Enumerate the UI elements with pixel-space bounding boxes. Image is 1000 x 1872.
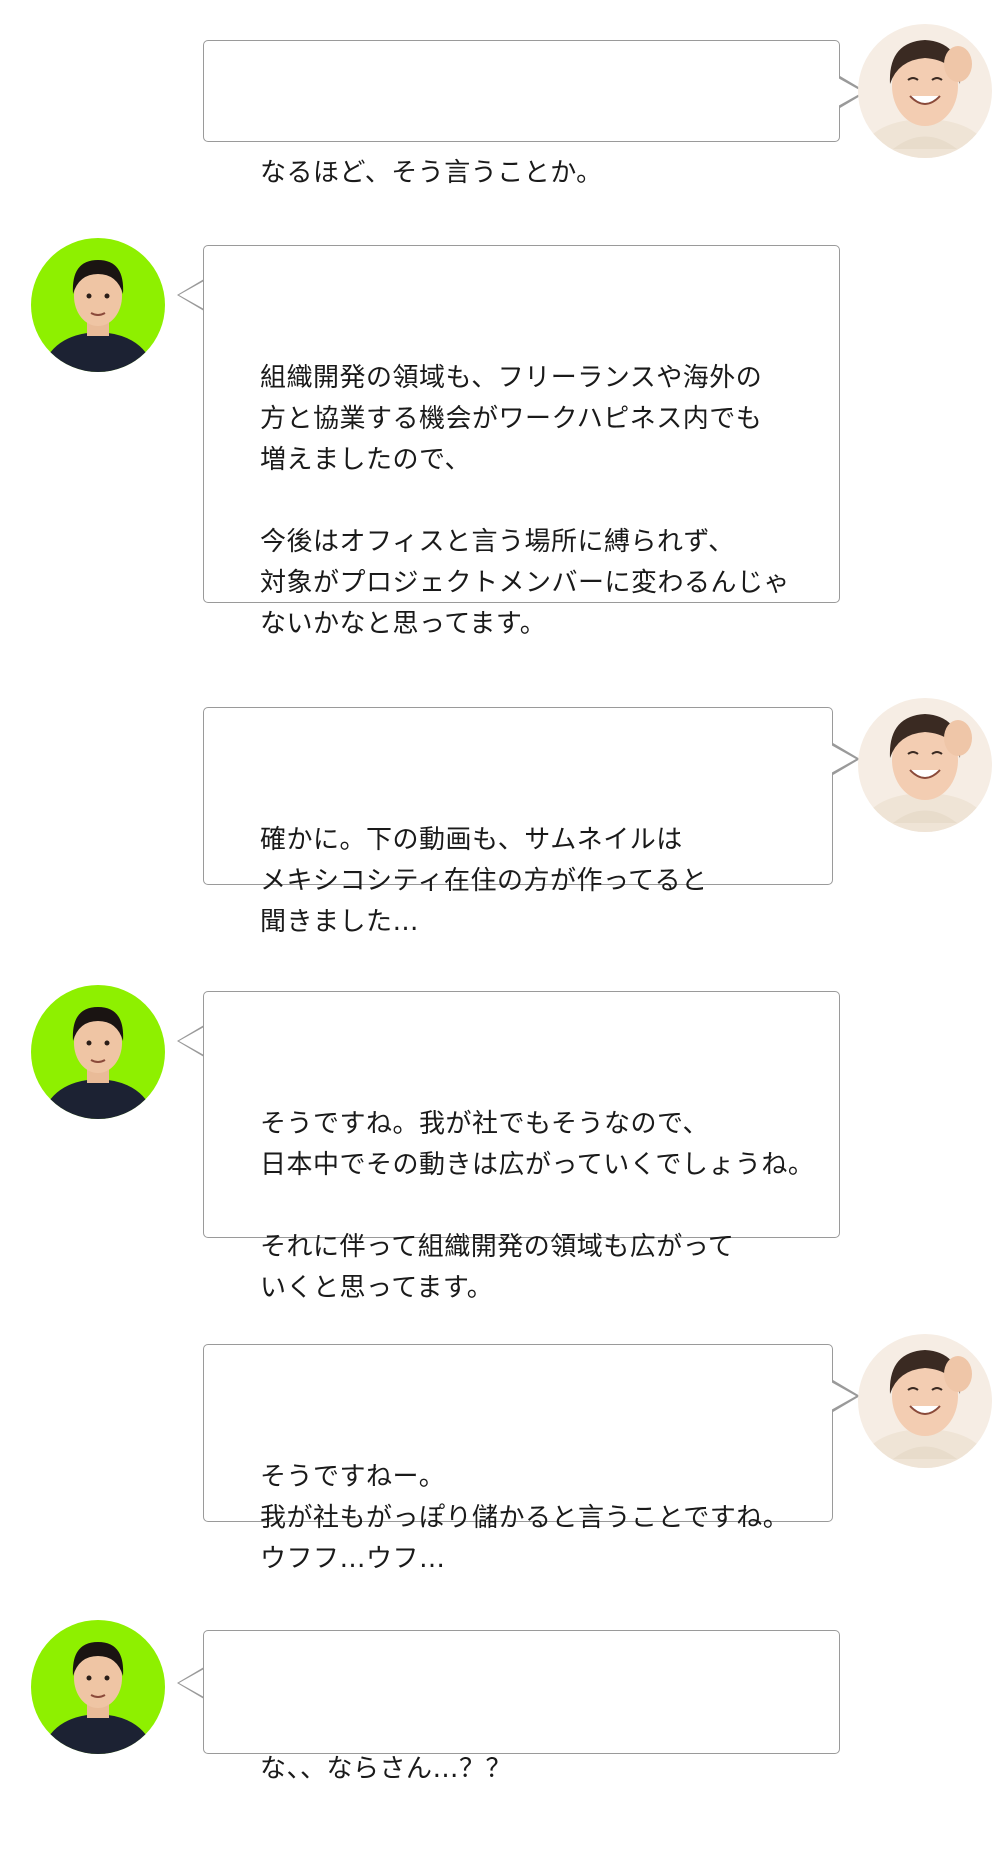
bubble-tail (177, 279, 204, 311)
bubble-tail (177, 1667, 204, 1699)
bubble-tail (831, 1380, 860, 1412)
woman-avatar-icon (858, 698, 992, 832)
message-text: そうですね。我が社でもそうなので、 日本中でその動きは広がっていくでしょうね。 … (260, 1109, 815, 1303)
message-text: そうですねー。 我が社もがっぽり儲かると言うことですね。 ウフフ…ウフ… (260, 1462, 790, 1574)
speech-bubble: そうですねー。 我が社もがっぽり儲かると言うことですね。 ウフフ…ウフ… (203, 1344, 833, 1574)
woman-avatar-icon (858, 1334, 992, 1468)
message-text: 組織開発の領域も、フリーランスや海外の 方と協業する機会がワークハピネス内でも … (260, 363, 791, 639)
bubble-tail (177, 1025, 204, 1057)
woman-avatar-icon (858, 24, 992, 158)
bubble-tail (831, 743, 860, 775)
message-text: 確かに。下の動画も、サムネイルは メキシコシティ在住の方が作ってると 聞きました… (260, 825, 708, 937)
speech-bubble: 組織開発の領域も、フリーランスや海外の 方と協業する機会がワークハピネス内でも … (203, 245, 840, 639)
message-text: なるほど、そう言うことか。 (260, 158, 603, 188)
speech-bubble: そうですね。我が社でもそうなので、 日本中でその動きは広がっていくでしょうね。 … (203, 991, 840, 1303)
speech-bubble: な、、ならさん…？？ (203, 1630, 840, 1784)
speech-bubble: 確かに。下の動画も、サムネイルは メキシコシティ在住の方が作ってると 聞きました… (203, 707, 833, 937)
man-avatar-icon (31, 238, 165, 372)
man-avatar-icon (31, 985, 165, 1119)
speech-bubble: なるほど、そう言うことか。 (203, 40, 840, 188)
man-avatar-icon (31, 1620, 165, 1754)
message-text: な、、ならさん…？？ (260, 1754, 513, 1784)
